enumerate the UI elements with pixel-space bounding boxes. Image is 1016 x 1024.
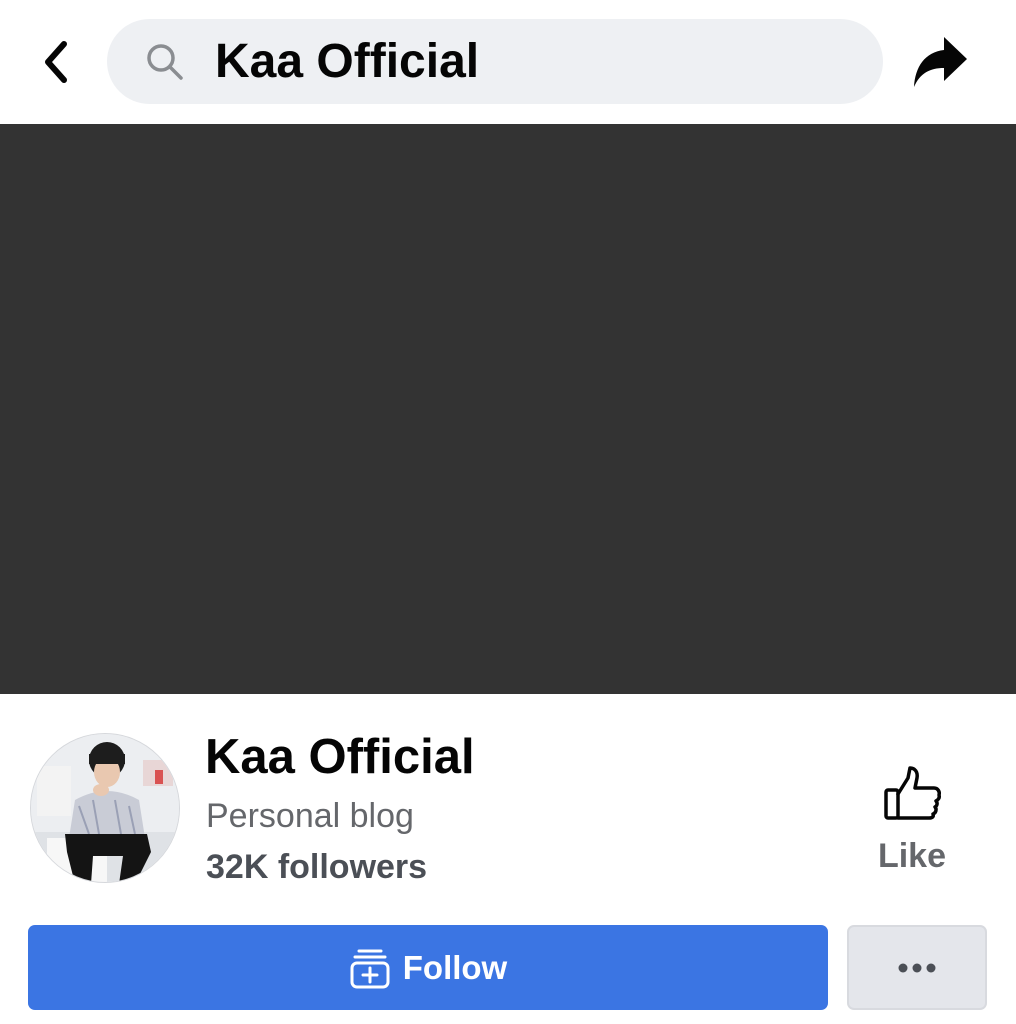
search-query-text: Kaa Official: [215, 35, 480, 88]
like-button[interactable]: Like: [858, 758, 966, 882]
chevron-left-icon: [45, 41, 67, 83]
follow-label: Follow: [402, 948, 508, 986]
top-bar: Kaa Official: [0, 0, 1016, 124]
profile-avatar[interactable]: [30, 733, 180, 883]
share-button[interactable]: [908, 30, 972, 94]
follow-box-icon: [350, 949, 390, 988]
share-arrow-icon: [914, 37, 967, 87]
cover-photo[interactable]: [0, 124, 1016, 694]
more-options-button[interactable]: [847, 925, 987, 1010]
followers-count[interactable]: 32K followers: [206, 846, 427, 888]
profile-photo: [31, 734, 179, 882]
page-name: Kaa Official: [205, 730, 475, 784]
like-label: Like: [877, 837, 947, 875]
search-bar[interactable]: Kaa Official: [107, 19, 883, 104]
back-button[interactable]: [28, 34, 84, 90]
search-icon: [147, 44, 183, 80]
thumbs-up-icon: [884, 766, 941, 820]
more-dots-icon: [898, 963, 936, 972]
page-category: Personal blog: [206, 797, 414, 835]
follow-button[interactable]: Follow: [28, 925, 828, 1010]
